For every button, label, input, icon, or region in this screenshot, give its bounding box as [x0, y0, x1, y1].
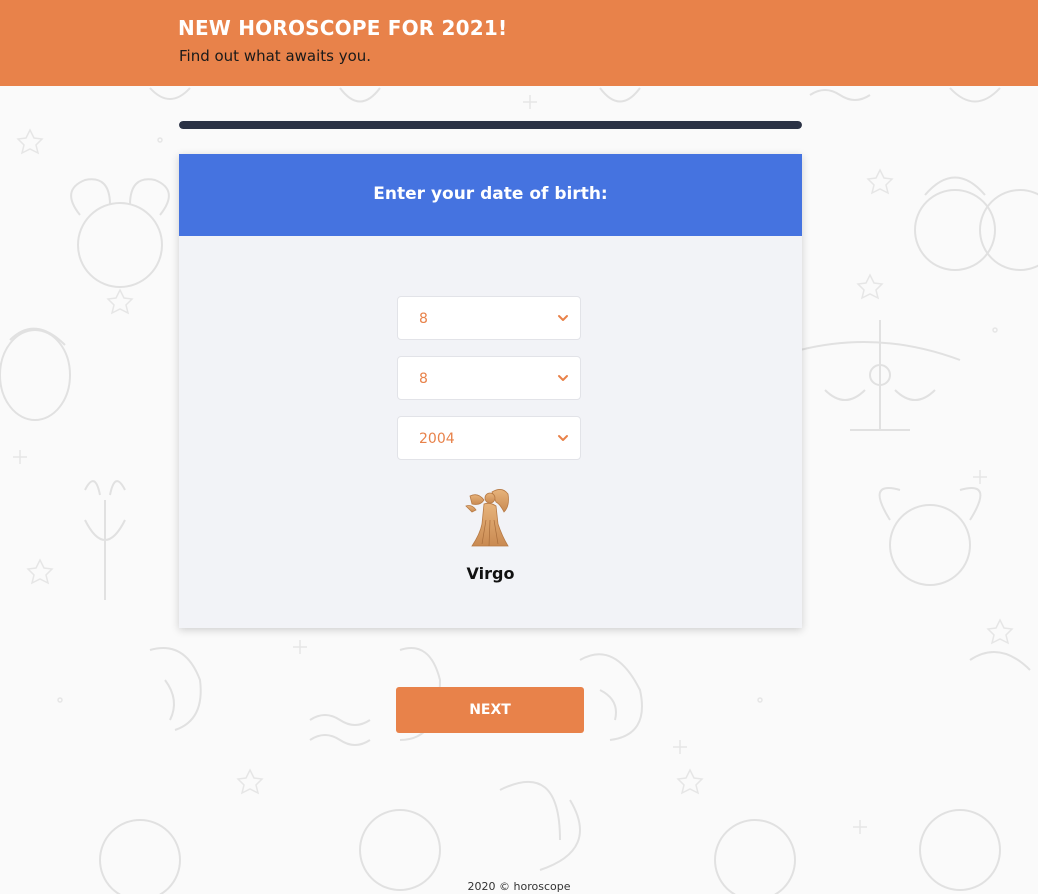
footer-copyright: 2020 © horoscope	[467, 880, 571, 893]
day-select[interactable]: 8	[397, 296, 581, 340]
chevron-down-icon	[558, 315, 568, 321]
zodiac-sign-name: Virgo	[466, 564, 515, 583]
chevron-down-icon	[558, 435, 568, 441]
year-select[interactable]: 2004	[397, 416, 581, 460]
next-button[interactable]: NEXT	[396, 687, 584, 733]
virgo-icon	[465, 489, 509, 547]
progress-fill	[179, 121, 802, 129]
birthdate-card: Enter your date of birth: 8 8 2004 Virgo	[179, 154, 802, 628]
year-value: 2004	[419, 431, 455, 447]
progress-bar	[179, 121, 802, 129]
month-value: 8	[419, 371, 428, 387]
site-header: NEW HOROSCOPE FOR 2021! Find out what aw…	[0, 0, 1038, 86]
header-subtitle: Find out what awaits you.	[179, 47, 372, 65]
header-title: NEW HOROSCOPE FOR 2021!	[178, 16, 508, 40]
card-header: Enter your date of birth:	[179, 154, 802, 236]
month-select[interactable]: 8	[397, 356, 581, 400]
day-value: 8	[419, 311, 428, 327]
card-title: Enter your date of birth:	[373, 184, 608, 204]
chevron-down-icon	[558, 375, 568, 381]
